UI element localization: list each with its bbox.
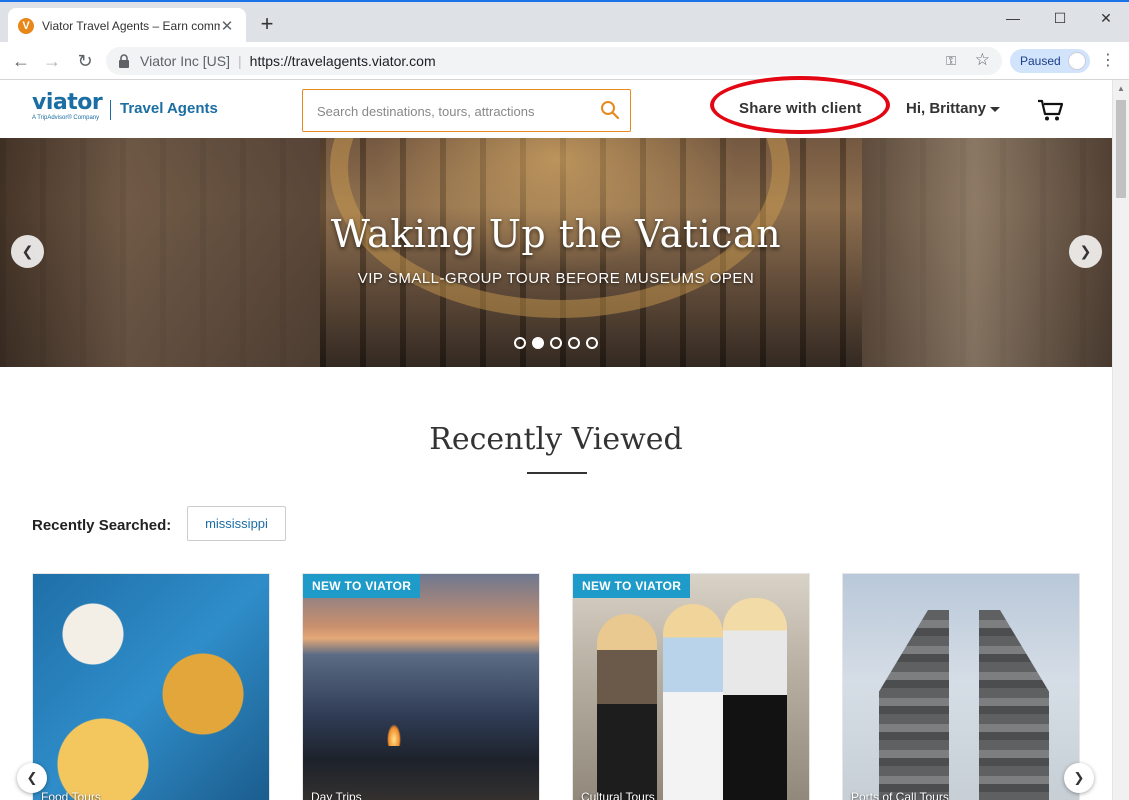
card-category-label: Cultural Tours: [581, 790, 655, 800]
caret-down-icon: [990, 106, 1001, 112]
carousel-dot[interactable]: [550, 337, 562, 349]
tab-title: Viator Travel Agents – Earn comm: [42, 19, 220, 33]
logo-tagline: A TripAdvisor® Company: [32, 115, 100, 121]
bookmark-star-icon[interactable]: ☆: [975, 50, 990, 70]
search-icon[interactable]: [600, 100, 620, 120]
address-bar[interactable]: Viator Inc [US] | https://travelagents.v…: [106, 47, 1002, 75]
carousel-dot-active[interactable]: [532, 337, 544, 349]
profile-paused-button[interactable]: Paused: [1010, 49, 1090, 73]
card-image-temple-gate: [879, 610, 949, 800]
recently-viewed-heading: Recently Viewed: [429, 422, 683, 457]
search-input[interactable]: [317, 100, 587, 122]
forward-arrow-icon[interactable]: →: [40, 49, 64, 73]
hero-carousel[interactable]: Waking Up the Vatican VIP SMALL-GROUP TO…: [0, 138, 1112, 367]
user-greeting: Hi, Brittany: [906, 100, 987, 117]
browser-tabstrip: V Viator Travel Agents – Earn comm ✕ + —…: [0, 0, 1129, 44]
back-arrow-icon[interactable]: ←: [9, 49, 33, 73]
site-header: viator A TripAdvisor® Company Travel Age…: [0, 80, 1112, 138]
card-image-person: [663, 604, 723, 800]
search-box: [302, 89, 631, 132]
window-close-icon[interactable]: ✕: [1083, 6, 1129, 30]
cards-next-arrow-icon[interactable]: ❯: [1064, 763, 1094, 793]
browser-toolbar: ← → ↻ Viator Inc [US] | https://travelag…: [0, 42, 1129, 80]
browser-tab[interactable]: V Viator Travel Agents – Earn comm ✕: [8, 8, 246, 44]
viator-favicon-icon: V: [18, 18, 34, 34]
heading-underline: [527, 472, 587, 474]
logo-wordmark: viator: [32, 90, 103, 115]
share-with-client-link[interactable]: Share with client: [739, 100, 862, 117]
hero-title: Waking Up the Vatican: [330, 212, 782, 256]
scroll-up-arrow-icon[interactable]: ▲: [1117, 84, 1125, 93]
profile-avatar: [1068, 52, 1086, 70]
carousel-dot[interactable]: [568, 337, 580, 349]
card-image-temple-gate: [979, 610, 1049, 800]
page-viewport: viator A TripAdvisor® Company Travel Age…: [0, 80, 1112, 800]
card-image-person: [597, 614, 657, 800]
key-icon[interactable]: ⚿: [946, 53, 956, 69]
url-text: https://travelagents.viator.com: [249, 53, 436, 69]
page-scrollbar[interactable]: ▲: [1112, 80, 1129, 800]
recent-search-chip[interactable]: mississippi: [187, 506, 286, 541]
product-card-cultural-tours[interactable]: NEW TO VIATOR Cultural Tours: [572, 573, 810, 800]
recently-searched-label: Recently Searched:: [32, 517, 172, 534]
card-image-campfire: [387, 724, 401, 746]
user-menu[interactable]: Hi, Brittany: [906, 100, 1001, 117]
carousel-dot[interactable]: [586, 337, 598, 349]
card-category-label: Food Tours: [41, 790, 101, 800]
product-card-ports-of-call[interactable]: Ports of Call Tours: [842, 573, 1080, 800]
profile-status: Paused: [1020, 54, 1061, 68]
cart-icon[interactable]: [1037, 98, 1065, 122]
hero-prev-arrow-icon[interactable]: ❮: [11, 235, 44, 268]
hero-next-arrow-icon[interactable]: ❯: [1069, 235, 1102, 268]
maximize-icon[interactable]: ☐: [1037, 6, 1083, 30]
card-category-label: Day Trips: [311, 790, 362, 800]
carousel-dots: [514, 337, 598, 349]
scrollbar-thumb[interactable]: [1116, 100, 1126, 198]
minimize-icon[interactable]: —: [990, 6, 1036, 30]
logo-divider: [110, 100, 111, 120]
logo-section-label[interactable]: Travel Agents: [120, 100, 218, 117]
cards-prev-arrow-icon[interactable]: ❮: [17, 763, 47, 793]
product-card-food-tours[interactable]: Food Tours: [32, 573, 270, 800]
hero-subtitle: VIP SMALL-GROUP TOUR BEFORE MUSEUMS OPEN: [357, 270, 755, 287]
card-category-label: Ports of Call Tours: [851, 790, 949, 800]
url-separator: |: [238, 53, 242, 69]
browser-menu-icon[interactable]: ⋮: [1100, 51, 1116, 71]
tab-close-icon[interactable]: ✕: [218, 17, 236, 35]
new-to-viator-badge: NEW TO VIATOR: [303, 574, 421, 598]
lock-icon: [119, 54, 129, 68]
carousel-dot[interactable]: [514, 337, 526, 349]
site-identity: Viator Inc [US]: [140, 53, 231, 69]
viator-logo[interactable]: viator A TripAdvisor® Company: [32, 90, 103, 122]
reload-icon[interactable]: ↻: [73, 49, 97, 73]
new-tab-button[interactable]: +: [256, 13, 278, 36]
product-card-day-trips[interactable]: NEW TO VIATOR Day Trips: [302, 573, 540, 800]
card-image-person: [723, 598, 787, 800]
new-to-viator-badge: NEW TO VIATOR: [573, 574, 691, 598]
